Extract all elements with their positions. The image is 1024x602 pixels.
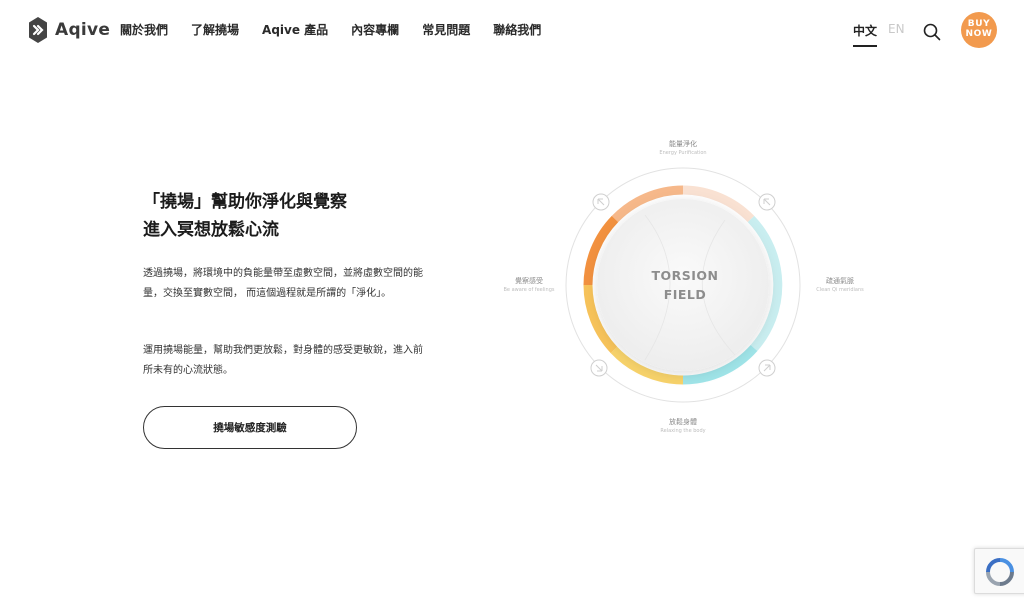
torsion-field-diagram: TORSION FIELD 能量淨化 Energy Purification 疏… [495,130,875,440]
main-nav: 關於我們 了解撓場 Aqive 產品 內容專欄 常見問題 聯絡我們 [120,21,564,38]
label-bottom-en: Relaxing the body [660,428,706,434]
lang-zh-link[interactable]: 中文 [853,22,878,47]
label-aware-feelings: 覺察感受 Be aware of feelings [495,276,563,294]
brand-name: Aqive [55,20,111,40]
arrow-circle-bottom-left [590,359,608,377]
center-line1: TORSION [651,268,719,283]
aqive-logo-icon [29,17,47,43]
nav-item-about[interactable]: 關於我們 [120,21,168,38]
search-button[interactable] [922,22,942,42]
nav-item-articles[interactable]: 內容專欄 [351,21,399,38]
nav-item-faq[interactable]: 常見問題 [422,21,470,38]
arrow-circle-top-left [592,193,610,211]
hero-headline-line1: 「撓場」幫助你淨化與覺察 [143,192,347,212]
hero-headline-line2: 進入冥想放鬆心流 [143,220,279,240]
label-left-zh: 覺察感受 [515,277,543,285]
hero-paragraph-1: 透過撓場，將環境中的負能量帶至虛數空間，並將虛數空間的能量，交換至實數空間， 而… [143,268,423,299]
label-top-en: Energy Purification [659,150,707,156]
label-energy-purification: 能量淨化 Energy Purification [645,139,721,157]
label-right-en: Clean Qi meridians [816,287,864,293]
label-right-zh: 疏通氣脈 [826,277,854,285]
torsion-field-title: TORSION FIELD [645,266,725,304]
label-bottom-zh: 放鬆身體 [669,418,697,426]
nav-item-products[interactable]: Aqive 產品 [262,21,328,38]
buy-now-button[interactable]: BUY NOW [961,12,997,48]
hero-paragraph-2: 運用撓場能量，幫助我們更放鬆，對身體的感受更敏銳，進入前所未有的心流狀態。 [143,345,423,376]
sensitivity-test-button[interactable]: 撓場敏感度測驗 [143,406,357,449]
nav-item-torsion-field[interactable]: 了解撓場 [191,21,239,38]
recaptcha-badge[interactable] [974,548,1024,594]
label-left-en: Be aware of feelings [503,287,555,293]
recaptcha-icon [986,558,1014,586]
nav-item-contact[interactable]: 聯絡我們 [493,21,541,38]
brand-logo[interactable]: Aqive [28,16,110,44]
arrow-circle-bottom-right [758,359,776,377]
label-clean-qi: 疏通氣脈 Clean Qi meridians [805,276,875,294]
buy-now-line2: NOW [965,29,993,39]
label-top-zh: 能量淨化 [669,140,697,148]
site-header: Aqive 關於我們 了解撓場 Aqive 產品 內容專欄 常見問題 聯絡我們 … [0,0,1024,60]
lang-en-link[interactable]: EN [888,22,905,36]
arrow-circle-top-right [758,193,776,211]
search-icon [923,23,941,41]
buy-now-line1: BUY [967,19,991,29]
hero-headline: 「撓場」幫助你淨化與覺察 進入冥想放鬆心流 [143,188,423,244]
center-line2: FIELD [663,287,707,302]
label-relaxing-body: 放鬆身體 Relaxing the body [645,417,721,435]
